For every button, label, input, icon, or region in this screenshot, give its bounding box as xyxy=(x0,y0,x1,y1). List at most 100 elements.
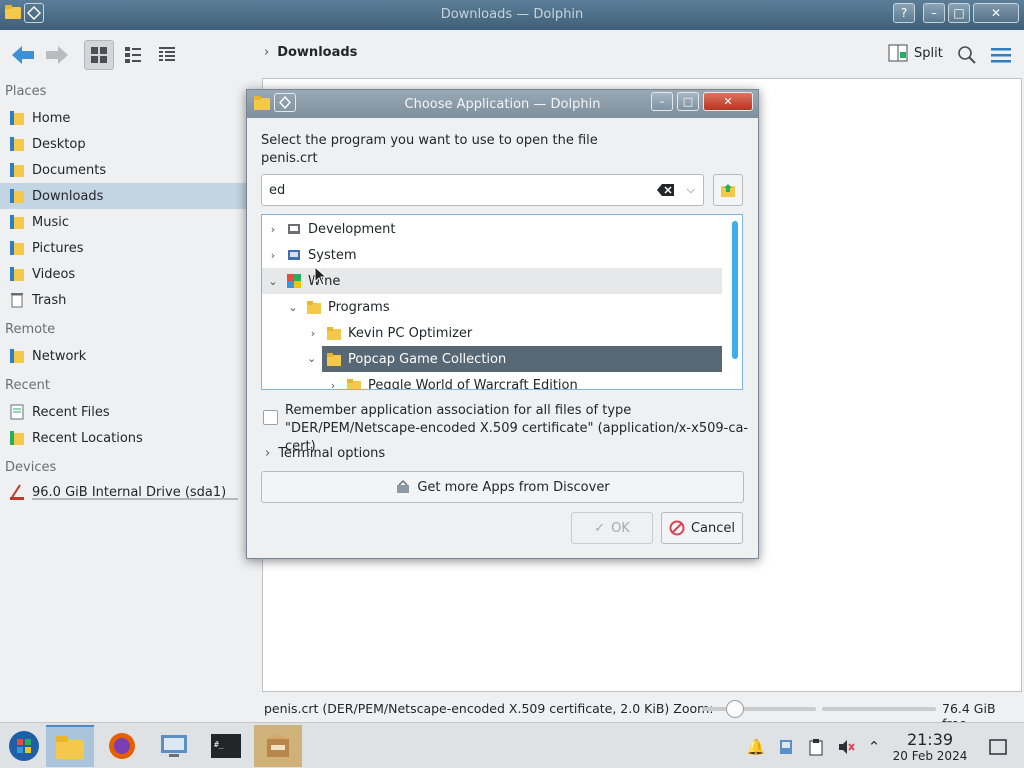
search-button[interactable] xyxy=(952,40,982,70)
place-home[interactable]: Home xyxy=(0,105,246,131)
maximize-button[interactable]: □ xyxy=(948,3,970,23)
checkmark-icon: ✓ xyxy=(594,520,606,536)
tree-item-system[interactable]: › System xyxy=(262,242,722,268)
place-pictures[interactable]: Pictures xyxy=(0,235,246,261)
split-label: Split xyxy=(914,45,943,61)
compact-view-icon xyxy=(125,47,141,63)
chevron-right-icon: › xyxy=(265,446,271,461)
package-updates-icon[interactable] xyxy=(776,737,796,757)
chevron-right-icon[interactable]: › xyxy=(266,223,280,236)
task-firefox[interactable] xyxy=(98,725,146,767)
dialog-minimize-button[interactable]: – xyxy=(651,92,673,111)
tree-item-programs[interactable]: ⌄ Programs xyxy=(262,294,722,320)
tree-item-kevin-pc-optimizer[interactable]: › Kevin PC Optimizer xyxy=(262,320,722,346)
free-space-bar xyxy=(822,707,936,711)
section-places: Places xyxy=(5,84,47,99)
hamburger-menu-icon xyxy=(991,48,1011,63)
trash-icon xyxy=(8,291,26,309)
place-documents[interactable]: Documents xyxy=(0,157,246,183)
back-arrow-icon xyxy=(12,46,34,64)
tree-item-peggle[interactable]: › Peggle World of Warcraft Edition xyxy=(262,372,722,390)
cancel-icon xyxy=(669,520,685,536)
downloads-folder-icon xyxy=(8,187,26,205)
help-button[interactable]: ? xyxy=(893,3,915,23)
chevron-down-icon[interactable]: ⌄ xyxy=(266,275,280,288)
place-trash[interactable]: Trash xyxy=(0,287,246,313)
videos-folder-icon xyxy=(8,265,26,283)
chevron-right-icon[interactable]: › xyxy=(266,249,280,262)
close-button[interactable]: ✕ xyxy=(973,3,1019,23)
compact-view-button[interactable] xyxy=(118,40,148,70)
open-folder-icon xyxy=(721,184,735,197)
folder-app-icon xyxy=(56,736,84,759)
browse-button[interactable] xyxy=(713,174,743,206)
clock[interactable]: 21:39 20 Feb 2024 xyxy=(890,731,970,764)
task-package[interactable] xyxy=(254,725,302,767)
cancel-button[interactable]: Cancel xyxy=(661,512,743,544)
dialog-titlebar[interactable]: Choose Application — Dolphin – □ ✕ xyxy=(247,90,758,118)
terminal-options-toggle[interactable]: › Terminal options xyxy=(265,446,385,461)
back-button[interactable] xyxy=(8,40,38,70)
zoom-slider[interactable] xyxy=(702,700,816,718)
icons-view-button[interactable] xyxy=(84,40,114,70)
tree-scrollbar[interactable] xyxy=(732,221,738,359)
breadcrumb[interactable]: › Downloads xyxy=(264,45,357,60)
start-menu-icon xyxy=(9,731,39,761)
breadcrumb-current[interactable]: Downloads xyxy=(277,45,357,60)
split-button[interactable]: Split xyxy=(888,44,943,62)
task-terminal[interactable]: #_ xyxy=(202,725,250,767)
chevron-up-icon[interactable]: ⌃ xyxy=(864,737,884,757)
ok-button[interactable]: ✓ OK xyxy=(571,512,653,544)
choose-application-dialog: Choose Application — Dolphin – □ ✕ Selec… xyxy=(246,89,759,559)
section-devices: Devices xyxy=(5,460,57,475)
dialog-close-button[interactable]: ✕ xyxy=(703,92,753,111)
discover-icon xyxy=(397,479,410,493)
status-file-info: penis.crt (DER/PEM/Netscape-encoded X.50… xyxy=(264,701,714,716)
home-folder-icon xyxy=(8,109,26,127)
clear-text-icon[interactable] xyxy=(657,183,675,197)
task-dolphin[interactable] xyxy=(46,725,94,767)
tree-item-wine[interactable]: ⌄ Wine xyxy=(262,268,722,294)
place-recent-locations[interactable]: Recent Locations xyxy=(0,425,246,451)
dialog-maximize-button[interactable]: □ xyxy=(677,92,699,111)
firefox-icon xyxy=(109,733,135,759)
show-desktop-icon[interactable] xyxy=(988,737,1008,757)
notifications-bell-icon[interactable]: 🔔 xyxy=(746,737,766,757)
place-downloads[interactable]: Downloads xyxy=(0,183,246,209)
taskbar: #_ 🔔 ⌃ 21:39 20 Feb 2024 xyxy=(0,722,1024,768)
tree-item-popcap-game-collection[interactable]: Popcap Game Collection xyxy=(322,346,722,372)
application-tree[interactable]: › Development › System ⌄ Wine ⌄ Programs… xyxy=(261,214,743,390)
application-search-input[interactable]: ed ⌵ xyxy=(261,174,704,206)
hamburger-menu-button[interactable] xyxy=(986,40,1016,70)
system-icon xyxy=(286,247,302,263)
folder-icon xyxy=(306,299,322,315)
forward-button[interactable] xyxy=(42,40,72,70)
place-videos[interactable]: Videos xyxy=(0,261,246,287)
remember-checkbox[interactable] xyxy=(263,410,278,425)
clipboard-icon[interactable] xyxy=(806,737,826,757)
place-recent-files[interactable]: Recent Files xyxy=(0,399,246,425)
zoom-slider-handle[interactable] xyxy=(726,700,744,718)
get-more-apps-button[interactable]: Get more Apps from Discover xyxy=(261,471,744,503)
mouse-cursor-icon xyxy=(314,266,328,286)
folder-icon xyxy=(346,377,362,389)
details-view-button[interactable] xyxy=(152,40,182,70)
minimize-button[interactable]: – xyxy=(923,3,945,23)
chevron-down-icon[interactable]: ⌵ xyxy=(687,183,695,197)
details-view-icon xyxy=(159,47,175,61)
tree-item-development[interactable]: › Development xyxy=(262,216,722,242)
volume-muted-icon[interactable] xyxy=(836,737,856,757)
chevron-right-icon[interactable]: › xyxy=(326,379,340,390)
start-menu-button[interactable] xyxy=(0,725,48,767)
place-internal-drive[interactable]: 96.0 GiB Internal Drive (sda1) xyxy=(0,479,246,505)
drive-icon xyxy=(8,483,26,501)
chevron-right-icon[interactable]: › xyxy=(306,327,320,340)
svg-text:#_: #_ xyxy=(214,740,224,749)
chevron-down-icon[interactable]: ⌄ xyxy=(307,352,316,365)
place-desktop[interactable]: Desktop xyxy=(0,131,246,157)
place-music[interactable]: Music xyxy=(0,209,246,235)
task-system-settings[interactable] xyxy=(150,725,198,767)
chevron-down-icon[interactable]: ⌄ xyxy=(286,301,300,314)
window-titlebar[interactable]: Downloads — Dolphin ? – □ ✕ xyxy=(0,0,1024,30)
place-network[interactable]: Network xyxy=(0,343,246,369)
